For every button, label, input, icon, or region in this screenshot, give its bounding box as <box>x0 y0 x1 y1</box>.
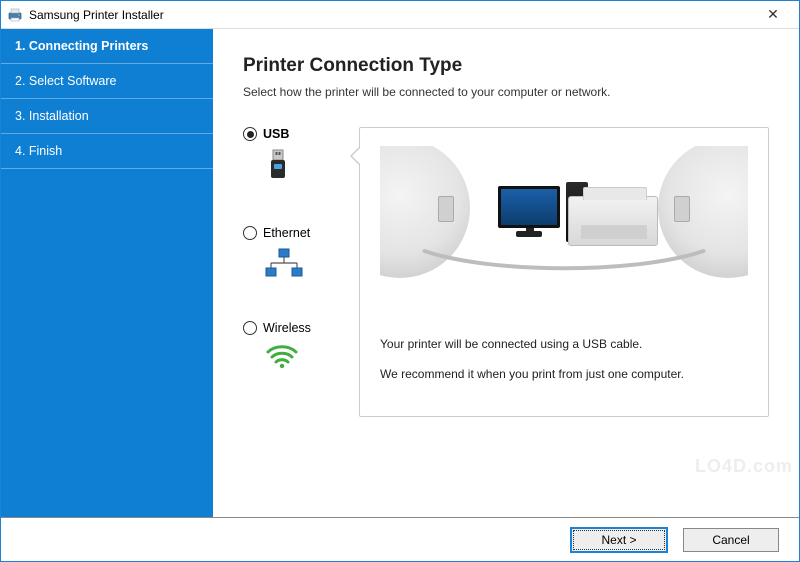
printer-app-icon <box>7 7 23 23</box>
installer-window: Samsung Printer Installer ✕ 1. Connectin… <box>0 0 800 562</box>
sidebar-step-label: 3. Installation <box>15 109 89 123</box>
window-title: Samsung Printer Installer <box>29 8 164 22</box>
connection-preview: Your printer will be connected using a U… <box>359 127 769 417</box>
sidebar-step-label: 1. Connecting Printers <box>15 39 148 53</box>
main-panel: Printer Connection Type Select how the p… <box>213 29 799 517</box>
connection-options: USB <box>243 127 353 417</box>
preview-line-2: We recommend it when you print from just… <box>380 364 748 384</box>
option-usb[interactable]: USB <box>243 127 353 186</box>
radio-icon <box>243 127 257 141</box>
usb-cable-graphic <box>420 246 708 276</box>
radio-icon <box>243 321 257 335</box>
radio-usb[interactable]: USB <box>243 127 289 141</box>
radio-icon <box>243 226 257 240</box>
page-heading: Printer Connection Type <box>243 55 769 77</box>
option-label: Ethernet <box>263 226 310 240</box>
titlebar: Samsung Printer Installer ✕ <box>1 1 799 29</box>
watermark: LO4D.com <box>695 456 793 477</box>
option-label: USB <box>263 127 289 141</box>
option-label: Wireless <box>263 321 311 335</box>
sidebar-step-label: 2. Select Software <box>15 74 116 88</box>
radio-wireless[interactable]: Wireless <box>243 321 311 335</box>
preview-description: Your printer will be connected using a U… <box>380 334 748 385</box>
next-button-label: Next > <box>601 533 636 547</box>
option-wireless[interactable]: Wireless <box>243 321 353 372</box>
next-button[interactable]: Next > <box>571 528 667 552</box>
sidebar: 1. Connecting Printers 2. Select Softwar… <box>1 29 213 517</box>
bottom-bar: Next > Cancel <box>1 517 799 561</box>
usb-icon <box>265 149 291 186</box>
sidebar-step-connecting[interactable]: 1. Connecting Printers <box>1 29 213 64</box>
cancel-button-label: Cancel <box>712 533 749 547</box>
page-subtitle: Select how the printer will be connected… <box>243 85 769 99</box>
close-button[interactable]: ✕ <box>753 1 793 28</box>
sidebar-step-finish[interactable]: 4. Finish <box>1 134 213 169</box>
sidebar-step-software[interactable]: 2. Select Software <box>1 64 213 99</box>
option-ethernet[interactable]: Ethernet <box>243 226 353 281</box>
connection-illustration <box>380 146 748 306</box>
radio-ethernet[interactable]: Ethernet <box>243 226 310 240</box>
cancel-button[interactable]: Cancel <box>683 528 779 552</box>
monitor-graphic <box>498 186 560 228</box>
wifi-icon <box>265 343 299 372</box>
ethernet-icon <box>265 248 303 281</box>
sidebar-step-label: 4. Finish <box>15 144 62 158</box>
sidebar-step-installation[interactable]: 3. Installation <box>1 99 213 134</box>
close-icon: ✕ <box>767 6 779 23</box>
preview-line-1: Your printer will be connected using a U… <box>380 334 748 354</box>
printer-graphic <box>568 196 658 246</box>
monitor-stand-graphic <box>526 228 534 236</box>
